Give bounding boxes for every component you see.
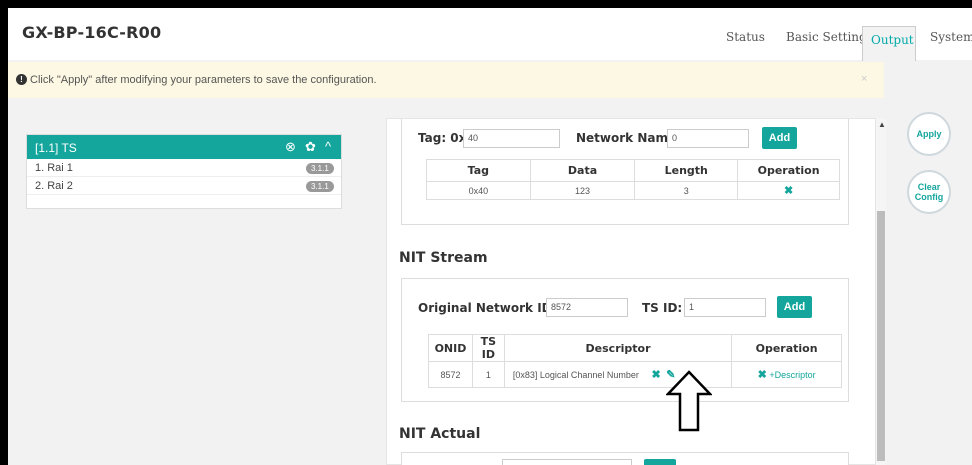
add-tag-button[interactable]: Add: [762, 127, 797, 149]
cell-length: 3: [634, 181, 739, 200]
tab-output[interactable]: Output: [862, 26, 916, 61]
ts-header[interactable]: [1.1] TS ⊗ ✿ ^: [27, 135, 341, 159]
tag-input[interactable]: 40: [463, 129, 560, 148]
cell-tag: 0x40: [426, 181, 531, 200]
brand-title: GX-BP-16C-R00: [22, 23, 162, 42]
output-content: Tag: 0x 40 Network Name: 0 Add Tag Data …: [386, 118, 876, 465]
nav-basic-setting[interactable]: Basic Setting: [786, 30, 867, 44]
delete-icon[interactable]: ✖: [758, 369, 767, 381]
delete-icon[interactable]: ✖: [784, 185, 793, 197]
add-nit-stream-button[interactable]: Add: [777, 296, 812, 318]
table-row: 8572 1 [0x83] Logical Channel Number ✖ ✎…: [428, 361, 842, 388]
ts-panel: [1.1] TS ⊗ ✿ ^ 1. Rai 1 3.1.1 2. Rai 2 3…: [26, 134, 342, 209]
cell-onid: 8572: [428, 361, 473, 388]
nit-actual-input[interactable]: [502, 459, 632, 465]
arrow-up-icon: [666, 370, 712, 432]
network-name-label: Network Name:: [576, 131, 681, 145]
list-item[interactable]: 1. Rai 1 3.1.1: [27, 159, 341, 177]
ts-title: [1.1] TS: [35, 141, 77, 155]
col-operation: Operation: [737, 159, 840, 182]
gear-icon[interactable]: ✿: [305, 139, 316, 155]
scrollbar-thumb[interactable]: [877, 211, 885, 461]
exclamation-circle-icon: !: [16, 74, 27, 85]
col-tsid: TS ID: [471, 334, 505, 362]
cell-tsid: 1: [471, 361, 505, 388]
onid-label: Original Network ID:: [418, 301, 557, 315]
nit-actual-box: [401, 452, 849, 465]
notice-bar: ! Click "Apply" after modifying your par…: [8, 62, 884, 98]
scroll-up-icon[interactable]: ▲: [878, 120, 886, 129]
app-frame: GX-BP-16C-R00 Status Basic Setting Outpu…: [8, 8, 972, 465]
notice-close-icon[interactable]: ×: [861, 73, 867, 85]
onid-input[interactable]: 8572: [546, 298, 628, 317]
table-row: 0x40 123 3 ✖: [426, 181, 840, 200]
add-nit-actual-button[interactable]: [644, 459, 676, 465]
rai-label: 1. Rai 1: [35, 162, 73, 174]
scrollbar[interactable]: ▲: [876, 118, 886, 465]
col-descriptor: Descriptor: [503, 334, 733, 362]
nav-status[interactable]: Status: [726, 30, 765, 44]
version-badge: 3.1.1: [306, 163, 334, 174]
clear-config-button[interactable]: Clear Config: [907, 170, 951, 214]
close-circle-icon[interactable]: ⊗: [285, 139, 296, 155]
col-data: Data: [529, 159, 636, 182]
notice-text: Click "Apply" after modifying your param…: [30, 74, 377, 86]
delete-descriptor-icon[interactable]: ✖: [651, 369, 660, 381]
header: GX-BP-16C-R00 Status Basic Setting Outpu…: [8, 8, 972, 61]
col-tag: Tag: [426, 159, 531, 182]
network-name-input[interactable]: 0: [667, 129, 749, 148]
add-descriptor-link[interactable]: +Descriptor: [769, 370, 815, 380]
nit-stream-box: Original Network ID: 8572 TS ID: 1 Add O…: [401, 278, 849, 402]
chevron-up-icon[interactable]: ^: [325, 139, 331, 154]
tag-box: Tag: 0x 40 Network Name: 0 Add Tag Data …: [401, 119, 849, 225]
nit-stream-title: NIT Stream: [399, 250, 488, 266]
nit-actual-title: NIT Actual: [399, 426, 481, 442]
col-onid: ONID: [428, 334, 473, 362]
nav-system[interactable]: System: [930, 30, 972, 44]
cell-data: 123: [529, 181, 636, 200]
tsid-input[interactable]: 1: [684, 298, 766, 317]
tsid-label: TS ID:: [642, 301, 683, 315]
nit-stream-table: ONID TS ID Descriptor Operation 8572 1 […: [428, 334, 842, 388]
col-operation: Operation: [731, 334, 842, 362]
version-badge: 3.1.1: [306, 181, 334, 192]
rai-label: 2. Rai 2: [35, 180, 73, 192]
col-length: Length: [634, 159, 739, 182]
apply-button[interactable]: Apply: [907, 112, 951, 156]
descriptor-text: [0x83] Logical Channel Number: [512, 370, 639, 380]
list-item[interactable]: 2. Rai 2 3.1.1: [27, 177, 341, 195]
tag-table: Tag Data Length Operation 0x40 123 3 ✖: [426, 159, 840, 200]
tag-label: Tag: 0x: [418, 131, 467, 145]
